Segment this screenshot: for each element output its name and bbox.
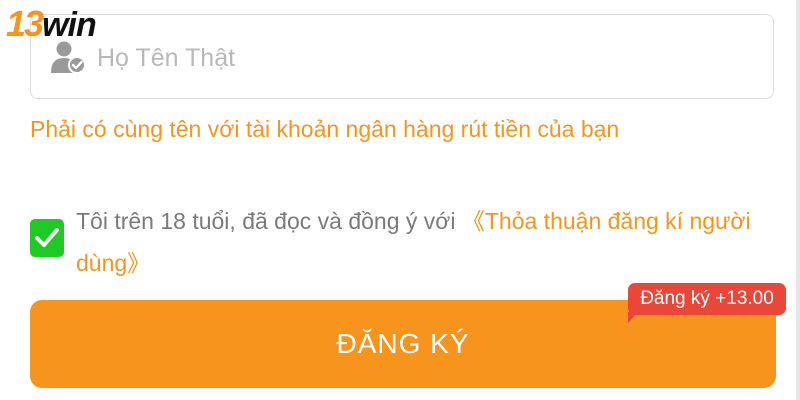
age-agreement-text: Tôi trên 18 tuổi, đã đọc và đồng ý với 《… <box>76 200 766 284</box>
agreement-statement: Tôi trên 18 tuổi, đã đọc và đồng ý với <box>76 208 462 234</box>
real-name-hint: Phải có cùng tên với tài khoản ngân hàng… <box>30 116 620 142</box>
right-edge-divider <box>796 0 800 400</box>
user-check-icon <box>50 40 86 74</box>
checkmark-icon <box>35 228 59 247</box>
age-agreement-checkbox[interactable] <box>30 219 64 257</box>
logo-word: win <box>42 6 97 44</box>
logo-number: 13 <box>6 3 44 44</box>
register-bonus-badge: Đăng ký +13.00 <box>628 283 786 315</box>
real-name-placeholder: Họ Tên Thật <box>97 44 236 72</box>
brand-logo: 13 win <box>6 3 97 44</box>
bonus-badge-pointer <box>628 312 638 323</box>
